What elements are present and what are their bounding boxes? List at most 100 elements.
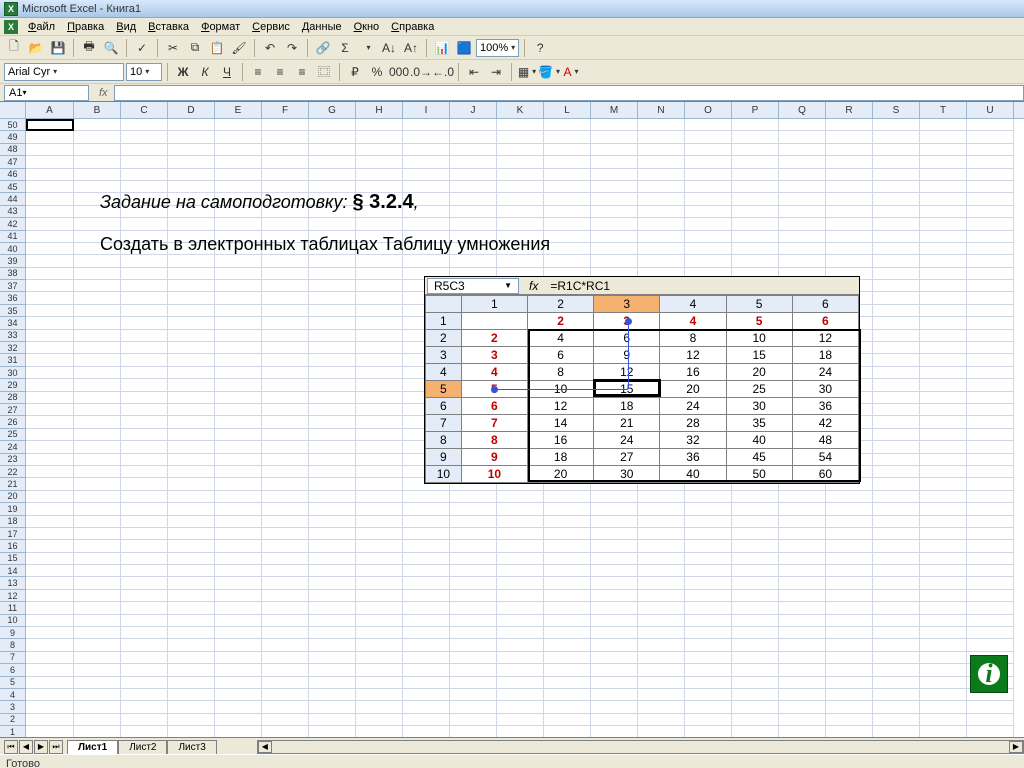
cell[interactable] bbox=[450, 615, 497, 627]
cell[interactable] bbox=[826, 169, 873, 181]
cell[interactable] bbox=[920, 367, 967, 379]
cell[interactable] bbox=[262, 602, 309, 614]
cell[interactable] bbox=[262, 689, 309, 701]
cell[interactable] bbox=[873, 615, 920, 627]
cell[interactable] bbox=[967, 466, 1014, 478]
cell[interactable] bbox=[168, 330, 215, 342]
cell[interactable] bbox=[497, 590, 544, 602]
cell[interactable] bbox=[215, 491, 262, 503]
cell[interactable] bbox=[262, 478, 309, 490]
cell[interactable] bbox=[450, 701, 497, 713]
cell[interactable] bbox=[826, 218, 873, 230]
cell[interactable] bbox=[403, 404, 450, 416]
cell[interactable] bbox=[920, 404, 967, 416]
cell[interactable] bbox=[967, 701, 1014, 713]
cell[interactable] bbox=[826, 701, 873, 713]
cell[interactable] bbox=[826, 255, 873, 267]
cell[interactable] bbox=[309, 553, 356, 565]
cell[interactable] bbox=[309, 404, 356, 416]
cell[interactable] bbox=[215, 416, 262, 428]
cell[interactable] bbox=[168, 714, 215, 726]
cell[interactable] bbox=[262, 565, 309, 577]
cell[interactable] bbox=[121, 206, 168, 218]
cell[interactable] bbox=[685, 119, 732, 131]
cell[interactable] bbox=[732, 404, 779, 416]
cell[interactable] bbox=[497, 243, 544, 255]
cell[interactable] bbox=[685, 627, 732, 639]
cell[interactable] bbox=[920, 193, 967, 205]
cell[interactable] bbox=[497, 317, 544, 329]
cell[interactable] bbox=[591, 416, 638, 428]
cell[interactable] bbox=[403, 330, 450, 342]
row-header[interactable]: 44 bbox=[0, 193, 26, 205]
cell[interactable] bbox=[638, 726, 685, 737]
cell[interactable] bbox=[168, 404, 215, 416]
cell[interactable] bbox=[873, 280, 920, 292]
cell[interactable] bbox=[638, 206, 685, 218]
cell[interactable] bbox=[591, 181, 638, 193]
cell[interactable] bbox=[638, 280, 685, 292]
cell[interactable] bbox=[215, 243, 262, 255]
cell[interactable] bbox=[309, 342, 356, 354]
cell[interactable] bbox=[779, 268, 826, 280]
cell[interactable] bbox=[685, 615, 732, 627]
cell[interactable] bbox=[356, 615, 403, 627]
cell[interactable] bbox=[638, 689, 685, 701]
cell[interactable] bbox=[967, 726, 1014, 737]
cell[interactable] bbox=[544, 379, 591, 391]
cell[interactable] bbox=[309, 689, 356, 701]
cell[interactable] bbox=[732, 652, 779, 664]
fill-color-icon[interactable]: 🪣 bbox=[539, 62, 559, 82]
cell[interactable] bbox=[262, 218, 309, 230]
cell[interactable] bbox=[403, 218, 450, 230]
cell[interactable] bbox=[356, 540, 403, 552]
cell[interactable] bbox=[403, 255, 450, 267]
cell[interactable] bbox=[873, 144, 920, 156]
cell[interactable] bbox=[450, 602, 497, 614]
cell[interactable] bbox=[967, 404, 1014, 416]
cell[interactable] bbox=[591, 193, 638, 205]
cell[interactable] bbox=[309, 652, 356, 664]
cell[interactable] bbox=[779, 714, 826, 726]
cell[interactable] bbox=[403, 119, 450, 131]
cell[interactable] bbox=[873, 441, 920, 453]
cell[interactable] bbox=[215, 565, 262, 577]
sheet-tab-active[interactable]: Лист1 bbox=[67, 740, 118, 754]
cell[interactable] bbox=[685, 429, 732, 441]
spell-icon[interactable]: ✓ bbox=[132, 38, 152, 58]
cell[interactable] bbox=[121, 602, 168, 614]
cell[interactable] bbox=[450, 379, 497, 391]
col-header[interactable]: J bbox=[450, 102, 497, 118]
cell[interactable] bbox=[732, 714, 779, 726]
cell[interactable] bbox=[450, 429, 497, 441]
cell[interactable] bbox=[685, 317, 732, 329]
cell[interactable] bbox=[121, 144, 168, 156]
cell[interactable] bbox=[74, 577, 121, 589]
cell[interactable] bbox=[403, 280, 450, 292]
cell[interactable] bbox=[826, 181, 873, 193]
cell[interactable] bbox=[262, 441, 309, 453]
cell[interactable] bbox=[215, 528, 262, 540]
cell[interactable] bbox=[450, 292, 497, 304]
cell[interactable] bbox=[403, 540, 450, 552]
row-header[interactable]: 33 bbox=[0, 330, 26, 342]
cell[interactable] bbox=[638, 317, 685, 329]
cell[interactable] bbox=[967, 540, 1014, 552]
cell[interactable] bbox=[403, 231, 450, 243]
cell[interactable] bbox=[74, 231, 121, 243]
cell[interactable] bbox=[873, 714, 920, 726]
cell[interactable] bbox=[732, 231, 779, 243]
cell[interactable] bbox=[732, 726, 779, 737]
cell[interactable] bbox=[779, 689, 826, 701]
row-header[interactable]: 27 bbox=[0, 404, 26, 416]
cell[interactable] bbox=[920, 726, 967, 737]
cell[interactable] bbox=[215, 367, 262, 379]
cell[interactable] bbox=[26, 701, 74, 713]
cell[interactable] bbox=[26, 528, 74, 540]
cell[interactable] bbox=[826, 156, 873, 168]
cell[interactable] bbox=[168, 503, 215, 515]
cell[interactable] bbox=[685, 156, 732, 168]
cell[interactable] bbox=[215, 577, 262, 589]
cell[interactable] bbox=[356, 181, 403, 193]
cell[interactable] bbox=[403, 478, 450, 490]
